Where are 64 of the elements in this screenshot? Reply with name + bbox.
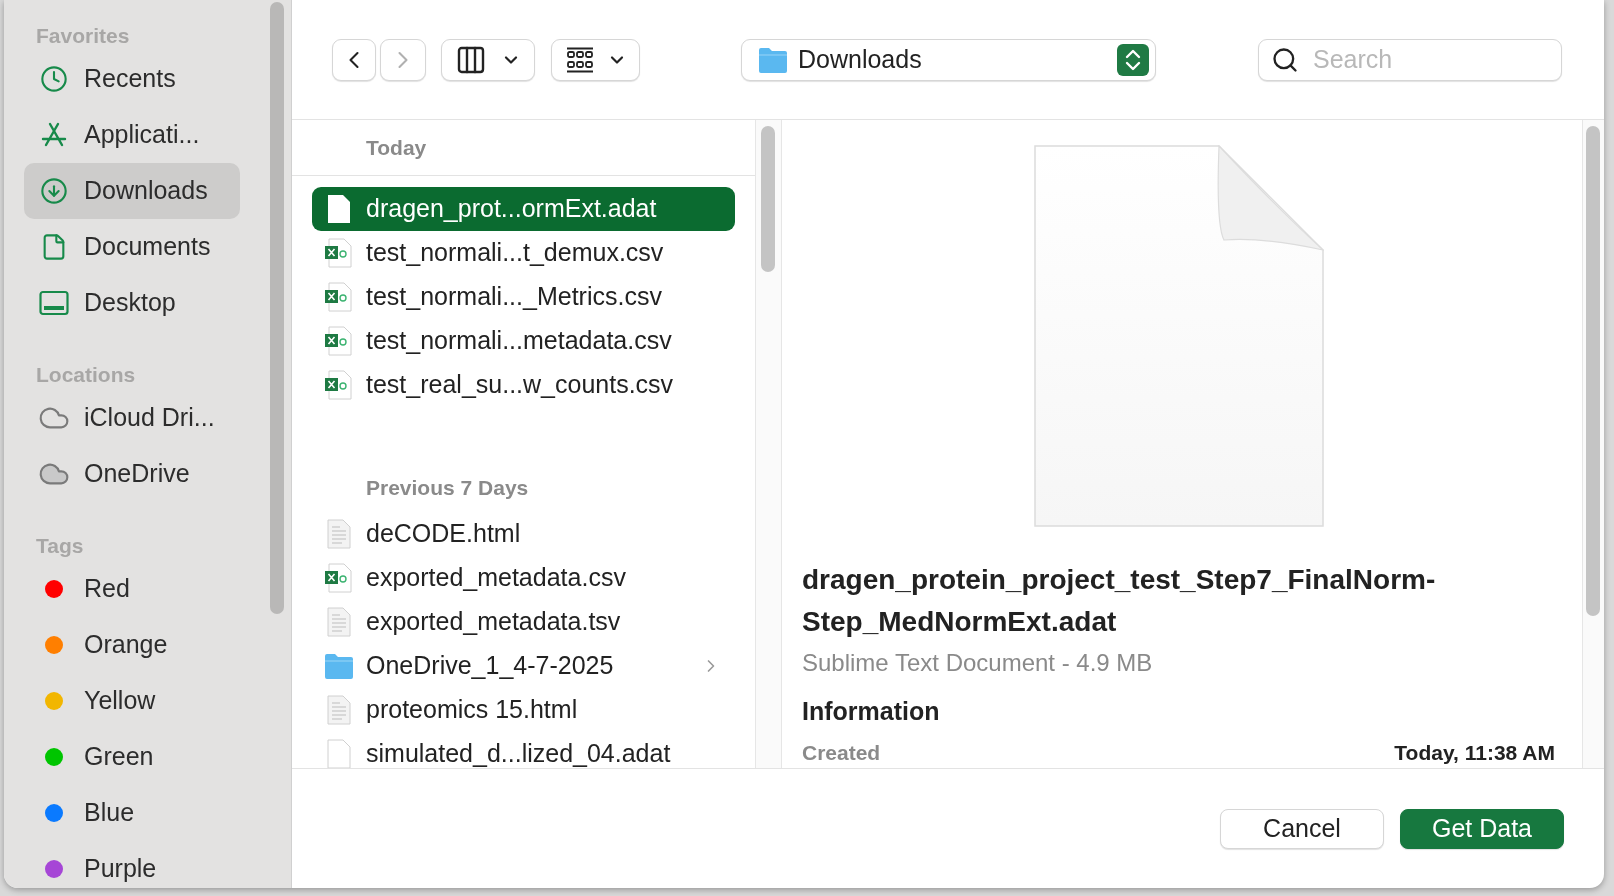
folder-icon [758,45,788,74]
get-data-button[interactable]: Get Data [1400,808,1564,849]
forward-button[interactable] [380,38,426,81]
sidebar-item[interactable]: Recents [24,51,240,107]
sidebar-item[interactable]: OneDrive [24,446,240,502]
location-popup[interactable]: Downloads [741,38,1156,81]
download-icon [40,177,68,205]
search-icon [1271,45,1299,74]
section-heading: Tags [35,532,85,559]
file-row[interactable]: simulated_d...lized_04.adat [312,732,735,768]
scrollbar-thumb[interactable] [270,2,284,614]
file-row[interactable]: test_normali...t_demux.csv [312,231,735,275]
spreadsheet-file-icon [325,238,353,268]
text-file-icon [327,695,351,725]
desktop-icon [39,290,69,316]
search-field[interactable]: Search [1258,38,1562,81]
file-row[interactable]: test_normali..._Metrics.csv [312,275,735,319]
text-file-icon [327,607,351,637]
file-row[interactable]: exported_metadata.tsv [312,600,735,644]
file-row[interactable]: deCODE.html [312,512,735,556]
text-file-icon [327,519,351,549]
stepper-icon [1117,43,1149,76]
sidebar-item[interactable]: iCloud Dri... [24,390,240,446]
sidebar-item[interactable]: Red [24,561,240,617]
clock-icon [40,65,68,93]
file-row[interactable]: test_real_su...w_counts.csv [312,363,735,407]
scrollbar-thumb[interactable] [1586,126,1600,616]
sidebar-item[interactable]: Green [24,729,240,785]
sidebar-item[interactable]: Downloads [24,163,240,219]
group-heading: Previous 7 Days [365,475,530,502]
file-row[interactable]: dragen_prot...ormExt.adat [312,187,735,231]
file-row[interactable]: proteomics 15.html [312,688,735,732]
spreadsheet-file-icon [325,563,353,593]
sidebar-item[interactable]: Orange [24,617,240,673]
spreadsheet-file-icon [325,326,353,356]
spreadsheet-file-icon [325,370,353,400]
info-heading: Information [802,696,941,727]
cancel-button[interactable]: Cancel [1220,808,1384,849]
view-button[interactable] [441,38,535,81]
info-value: Today, 11:38 AM [1394,740,1555,767]
group-button[interactable] [551,38,640,81]
sidebar-item[interactable]: Applicati... [24,107,240,163]
file-icon [327,739,351,768]
file-icon [327,194,351,224]
group-icon [564,46,595,73]
folder-icon [324,652,354,680]
apps-icon [40,121,68,149]
back-button[interactable] [332,38,376,81]
file-row[interactable]: test_normali...metadata.csv [312,319,735,363]
preview-title: dragen_protein_project_test_Step7_FinalNorm-Step_MedNormExt.adat [802,563,1437,639]
spreadsheet-file-icon [325,282,353,312]
sidebar-item[interactable]: Documents [24,219,240,275]
file-row[interactable]: OneDrive_1_4-7-2025 [312,644,735,688]
section-heading: Locations [35,361,137,388]
scrollbar-thumb[interactable] [761,126,775,272]
sidebar-item[interactable]: Purple [24,841,240,888]
file-row[interactable]: exported_metadata.csv [312,556,735,600]
sidebar-item[interactable]: Desktop [24,275,240,331]
info-label: Created [802,740,881,767]
section-heading: Favorites [35,22,131,49]
document-preview-icon [1033,145,1324,527]
sidebar-item[interactable]: Blue [24,785,240,841]
sidebar-item[interactable]: Yellow [24,673,240,729]
preview-subtitle: Sublime Text Document - 4.9 MB [802,648,1154,678]
